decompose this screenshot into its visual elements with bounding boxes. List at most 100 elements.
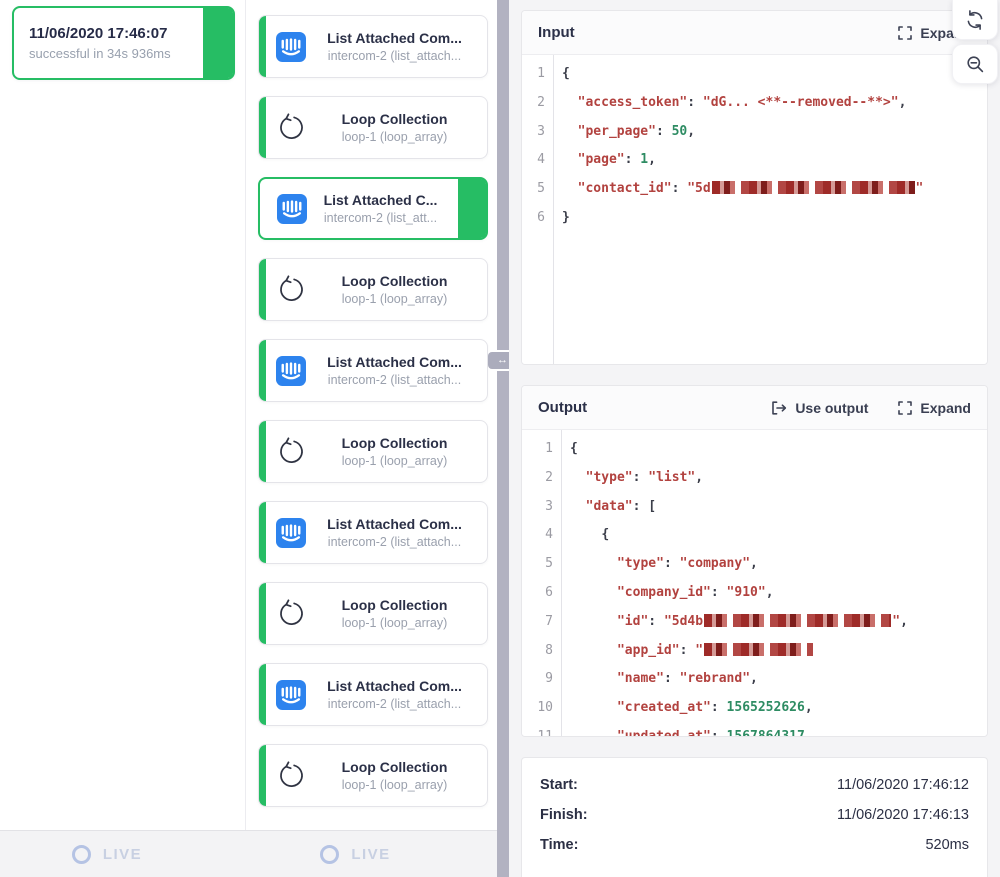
step-title: List Attached Com... <box>306 30 483 46</box>
step-card[interactable]: List Attached Com... intercom-2 (list_at… <box>258 339 488 402</box>
intercom-icon <box>276 32 306 62</box>
step-success-bar <box>259 421 266 482</box>
input-line-numbers: 123456 <box>522 55 554 364</box>
left-right-arrow-icon: ↔ <box>497 355 508 366</box>
run-status: successful in 34s 936ms <box>29 46 171 61</box>
step-icon <box>276 113 306 143</box>
step-title: Loop Collection <box>306 435 483 451</box>
output-expand-label: Expand <box>920 400 971 416</box>
output-expand-button[interactable]: Expand <box>898 400 971 416</box>
use-output-button[interactable]: Use output <box>771 400 868 416</box>
step-title: List Attached C... <box>307 192 454 208</box>
step-card[interactable]: List Attached Com... intercom-2 (list_at… <box>258 501 488 564</box>
output-code: { "type": "list", "data": [ { "type": "c… <box>562 430 987 736</box>
step-success-bar <box>259 583 266 644</box>
intercom-icon <box>276 518 306 548</box>
steps-panel: List Attached Com... intercom-2 (list_at… <box>246 0 497 877</box>
step-card[interactable]: Loop Collection loop-1 (loop_array) <box>258 258 488 321</box>
step-text: List Attached Com... intercom-2 (list_at… <box>306 30 487 63</box>
step-success-bar <box>259 664 266 725</box>
detail-label: Time: <box>540 837 578 853</box>
step-text: Loop Collection loop-1 (loop_array) <box>306 597 487 630</box>
step-card[interactable]: List Attached C... intercom-2 (list_att.… <box>258 177 488 240</box>
output-title: Output <box>538 399 587 416</box>
step-subtitle: loop-1 (loop_array) <box>306 616 483 630</box>
live-circle-icon <box>320 845 339 864</box>
input-header: Input Expand <box>522 11 987 55</box>
step-icon <box>276 32 306 62</box>
step-success-bar <box>259 259 266 320</box>
intercom-icon <box>276 680 306 710</box>
redacted-value <box>712 181 915 194</box>
step-card[interactable]: Loop Collection loop-1 (loop_array) <box>258 420 488 483</box>
run-card[interactable]: 11/06/2020 17:46:07 successful in 34s 93… <box>12 6 235 80</box>
step-card[interactable]: List Attached Com... intercom-2 (list_at… <box>258 663 488 726</box>
steps-list: List Attached Com... intercom-2 (list_at… <box>246 0 497 830</box>
step-card[interactable]: List Attached Com... intercom-2 (list_at… <box>258 15 488 78</box>
output-line-numbers: 1234567891011 <box>522 430 562 736</box>
step-title: List Attached Com... <box>306 354 483 370</box>
zoom-out-icon <box>966 55 984 73</box>
input-title: Input <box>538 24 575 41</box>
loop-icon <box>276 597 306 630</box>
step-selected-bar <box>458 179 486 238</box>
step-success-bar <box>259 97 266 158</box>
intercom-icon <box>277 194 307 224</box>
detail-row: Time: 520ms <box>522 830 987 860</box>
live-label: LIVE <box>351 846 390 863</box>
input-section: Input Expand 123456 { "access_token": "d… <box>521 10 988 365</box>
output-section: Output Use output Expa <box>521 385 988 737</box>
detail-value: 11/06/2020 17:46:13 <box>837 807 969 823</box>
step-title: Loop Collection <box>306 273 483 289</box>
step-title: Loop Collection <box>306 111 483 127</box>
use-output-icon <box>771 401 787 415</box>
detail-label: Start: <box>540 777 578 793</box>
step-subtitle: intercom-2 (list_attach... <box>306 535 483 549</box>
use-output-label: Use output <box>795 400 868 416</box>
live-toggle-runs[interactable]: LIVE <box>66 844 148 865</box>
io-panel: Input Expand 123456 { "access_token": "d… <box>509 0 1000 877</box>
detail-value: 11/06/2020 17:46:12 <box>837 777 969 793</box>
bottom-bar: LIVE LIVE <box>0 830 497 877</box>
step-title: Loop Collection <box>306 597 483 613</box>
step-text: List Attached Com... intercom-2 (list_at… <box>306 678 487 711</box>
zoom-out-button[interactable] <box>952 44 998 84</box>
step-text: Loop Collection loop-1 (loop_array) <box>306 759 487 792</box>
detail-value: 520ms <box>925 837 969 853</box>
step-text: Loop Collection loop-1 (loop_array) <box>306 435 487 468</box>
step-subtitle: intercom-2 (list_attach... <box>306 49 483 63</box>
loop-icon <box>276 759 306 792</box>
step-subtitle: loop-1 (loop_array) <box>306 454 483 468</box>
steps-live-slot: LIVE <box>246 831 497 877</box>
step-title: List Attached Com... <box>306 516 483 532</box>
step-text: Loop Collection loop-1 (loop_array) <box>306 111 487 144</box>
panel-resize-divider[interactable]: ↔ <box>497 0 509 877</box>
step-card[interactable]: Loop Collection loop-1 (loop_array) <box>258 744 488 807</box>
redacted-value <box>704 614 891 627</box>
step-card[interactable]: Loop Collection loop-1 (loop_array) <box>258 96 488 159</box>
run-success-bar <box>203 8 233 78</box>
step-subtitle: loop-1 (loop_array) <box>306 292 483 306</box>
live-toggle-steps[interactable]: LIVE <box>314 844 396 865</box>
step-title: List Attached Com... <box>306 678 483 694</box>
step-icon <box>276 356 306 386</box>
runs-live-slot: LIVE <box>0 831 246 877</box>
run-timestamp: 11/06/2020 17:46:07 <box>29 25 171 42</box>
intercom-icon <box>276 356 306 386</box>
input-code-editor[interactable]: 123456 { "access_token": "dG... <**--rem… <box>522 55 987 364</box>
detail-row: Start: 11/06/2020 17:46:12 <box>522 770 987 800</box>
step-icon <box>276 518 306 548</box>
step-card[interactable]: Loop Collection loop-1 (loop_array) <box>258 582 488 645</box>
step-text: List Attached C... intercom-2 (list_att.… <box>307 192 458 225</box>
redacted-value <box>704 643 813 656</box>
output-code-editor[interactable]: 1234567891011 { "type": "list", "data": … <box>522 430 987 736</box>
refresh-button[interactable] <box>952 0 998 40</box>
step-icon <box>276 680 306 710</box>
step-icon <box>276 761 306 791</box>
workflow-debugger-app: 11/06/2020 17:46:07 successful in 34s 93… <box>0 0 1000 877</box>
step-subtitle: loop-1 (loop_array) <box>306 778 483 792</box>
run-card-text: 11/06/2020 17:46:07 successful in 34s 93… <box>14 25 171 61</box>
step-text: List Attached Com... intercom-2 (list_at… <box>306 354 487 387</box>
refresh-icon <box>965 10 985 30</box>
step-text: List Attached Com... intercom-2 (list_at… <box>306 516 487 549</box>
